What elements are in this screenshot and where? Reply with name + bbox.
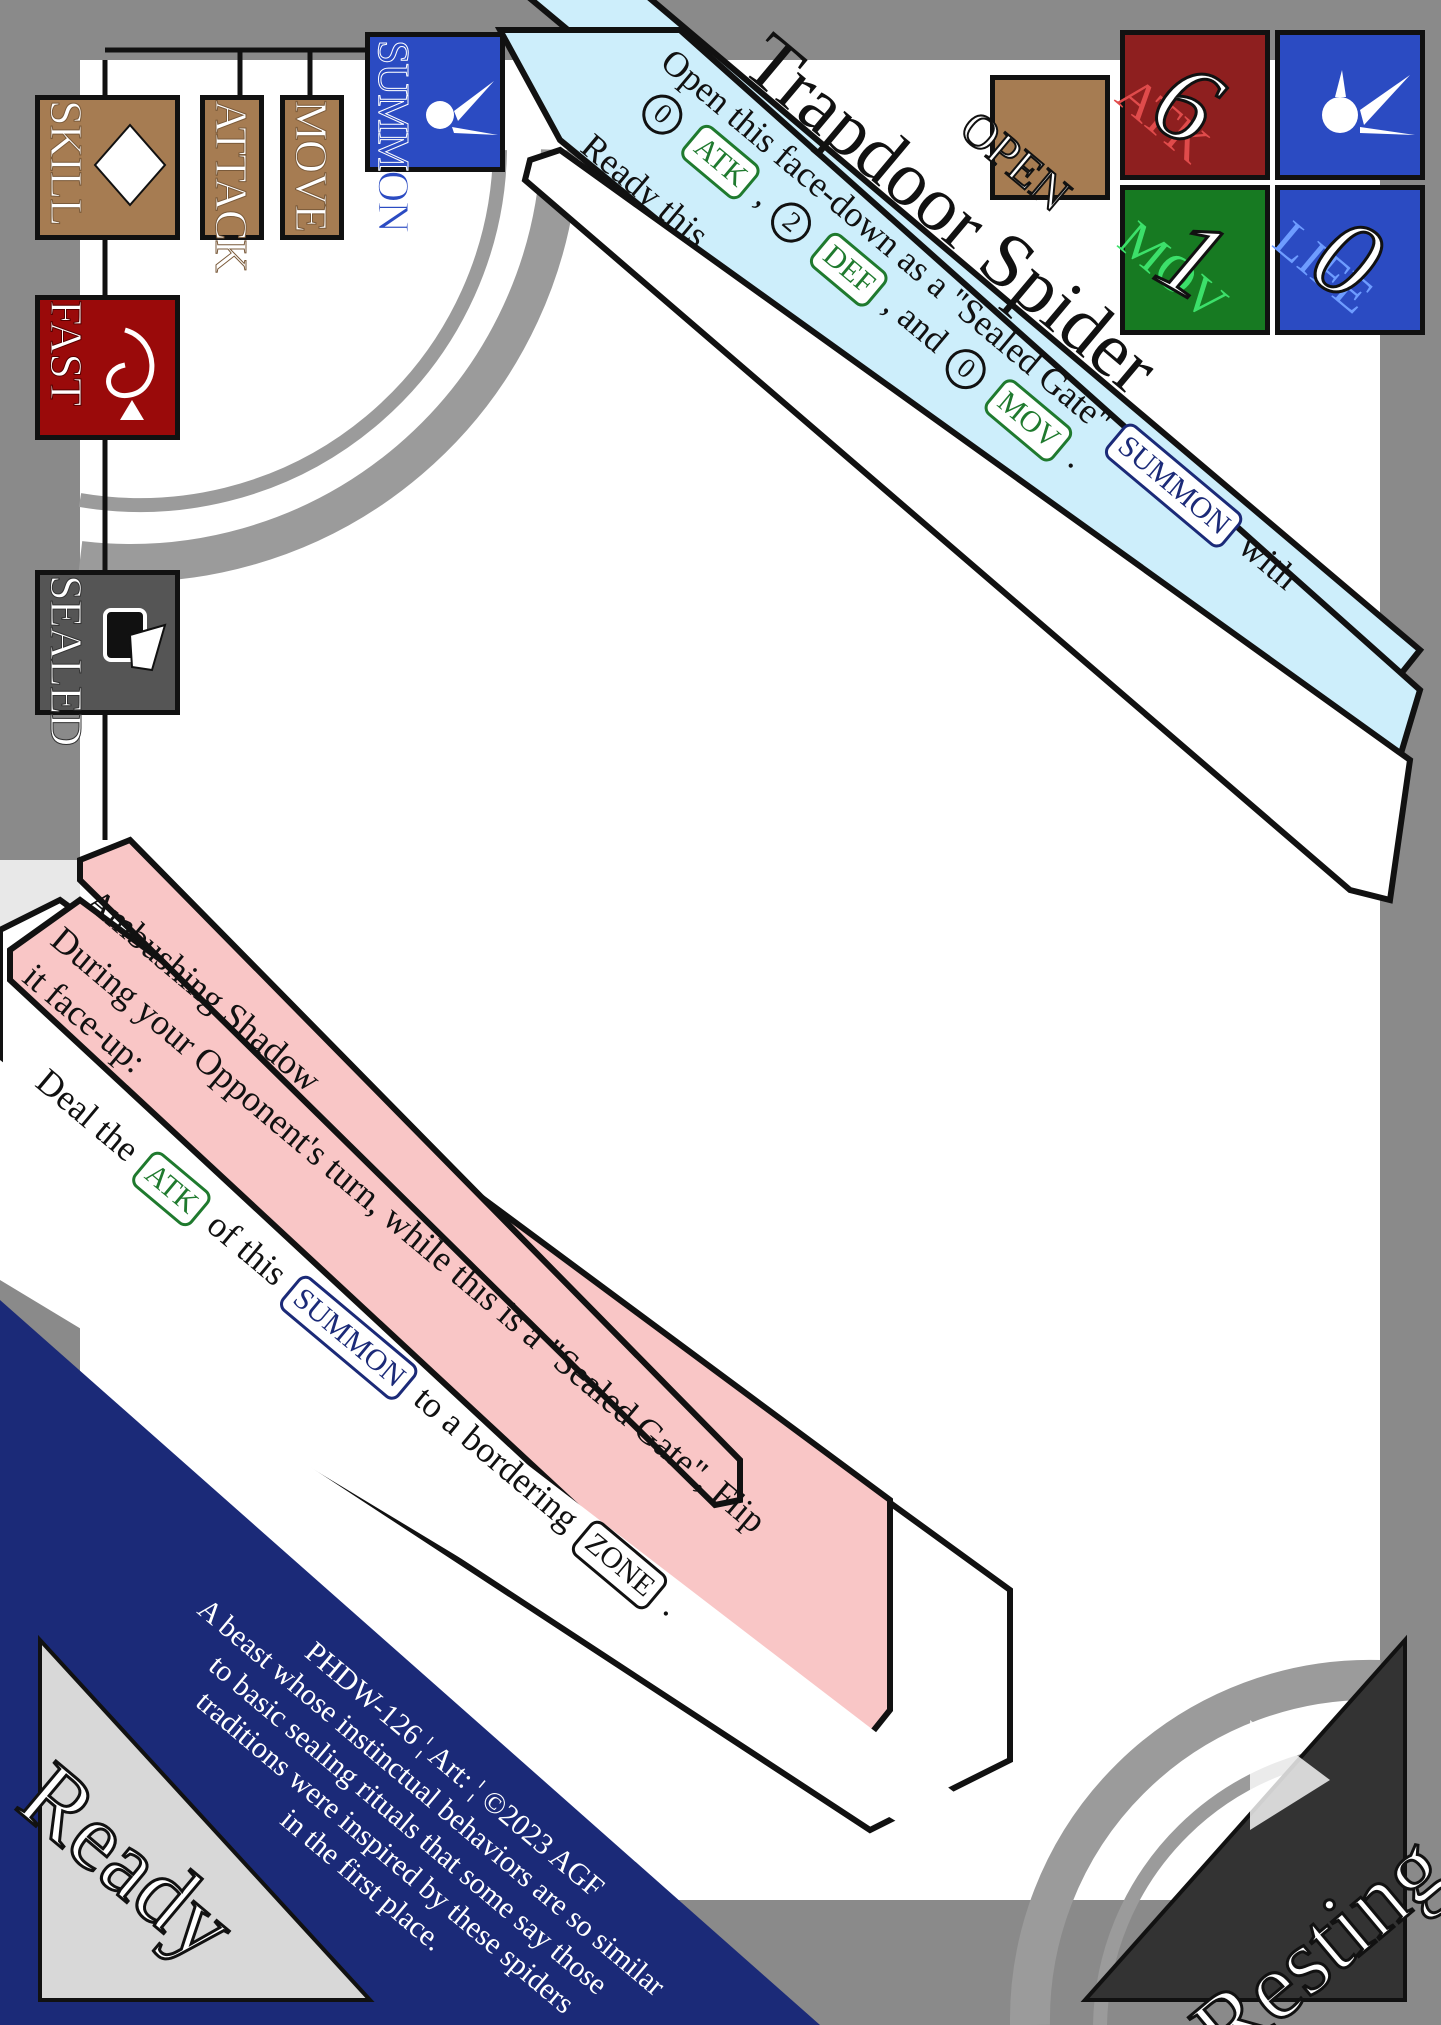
- corner-triangles: [38, 1634, 1407, 2002]
- card: SUMMON MOVE ATTACK SKILL FAST SEALED OPE…: [0, 0, 1441, 2025]
